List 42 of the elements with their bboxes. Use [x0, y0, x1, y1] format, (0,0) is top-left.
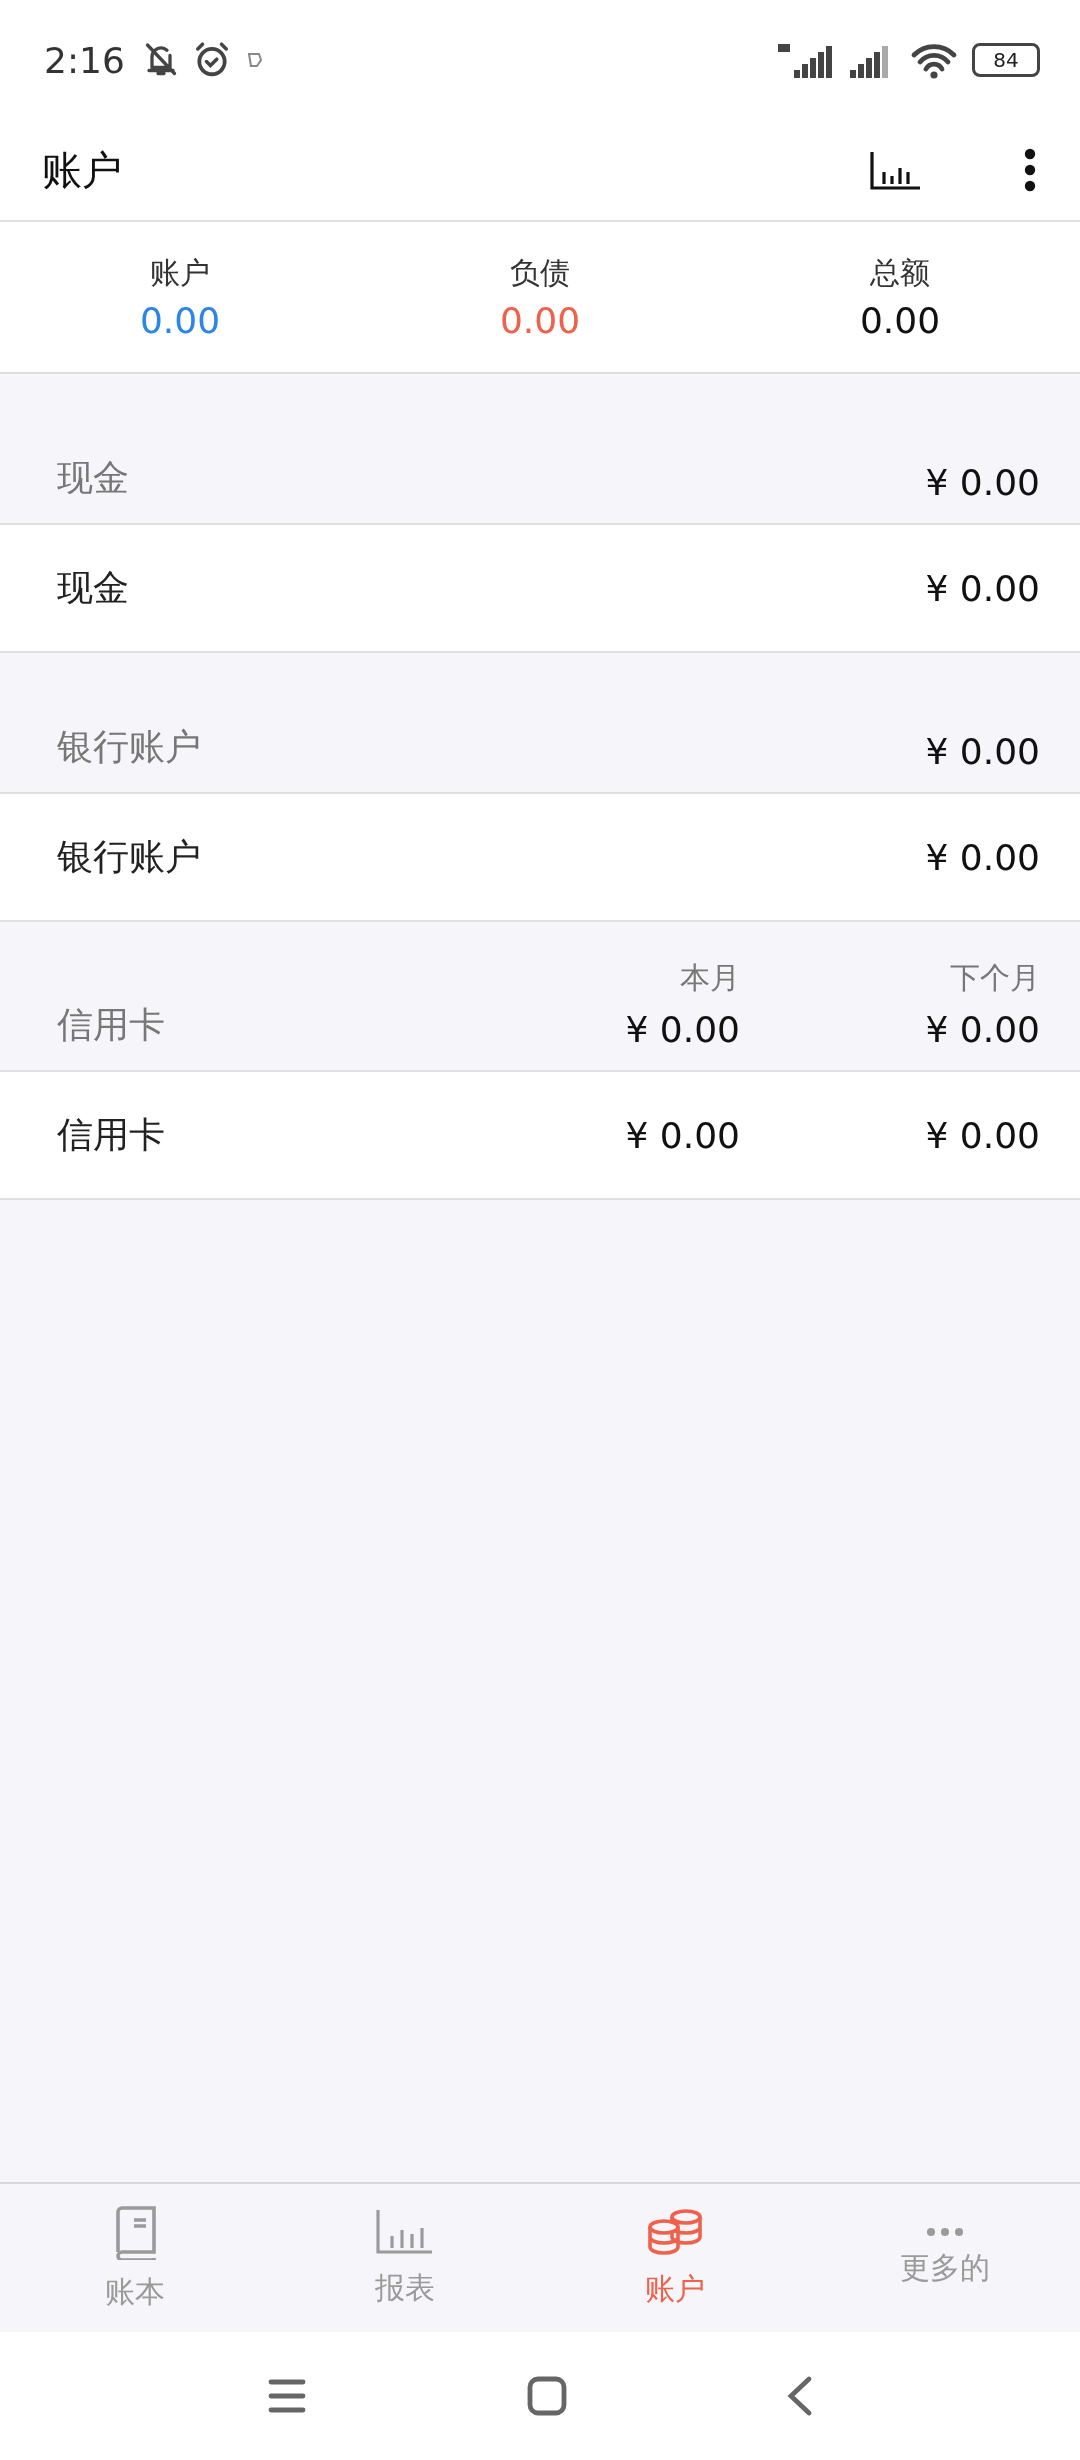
account-name: 银行账户 — [57, 834, 202, 879]
column-header: 下个月 — [950, 959, 1040, 997]
signal-icon — [778, 42, 834, 78]
summary-label: 账户 — [150, 254, 210, 292]
chart-icon[interactable] — [870, 150, 922, 190]
more-icon — [927, 2227, 963, 2236]
back-icon[interactable] — [787, 2375, 813, 2417]
battery-icon: 84 — [972, 43, 1040, 77]
status-time: 2:16 — [44, 39, 125, 81]
home-icon[interactable] — [527, 2376, 567, 2416]
more-options-icon[interactable] — [1024, 148, 1036, 192]
section-title: 信用卡 — [57, 1003, 166, 1047]
account-row[interactable]: 现金 ¥ 0.00 — [0, 525, 1080, 653]
nav-tab[interactable]: 账本 — [0, 2184, 270, 2332]
nav-tab[interactable]: 更多的 — [810, 2184, 1080, 2332]
wifi-icon — [910, 41, 958, 79]
account-balance: ¥ 0.00 — [625, 1114, 740, 1156]
account-balance: ¥ 0.00 — [925, 567, 1040, 609]
section-title: 银行账户 — [57, 725, 202, 769]
column-header: 本月 — [680, 959, 740, 997]
account-row[interactable]: 信用卡 ¥ 0.00 ¥ 0.00 — [0, 1072, 1080, 1200]
section-total: ¥ 0.00 — [625, 1009, 740, 1050]
account-name: 信用卡 — [57, 1112, 166, 1157]
account-name: 现金 — [57, 565, 130, 610]
section-total: ¥ 0.00 — [925, 462, 1040, 503]
section-total: ¥ 0.00 — [925, 1009, 1040, 1050]
summary-value: 0.00 — [859, 300, 941, 341]
summary-label: 总额 — [870, 254, 930, 292]
nav-tab[interactable]: 账户 — [540, 2184, 810, 2332]
section-total: ¥ 0.00 — [925, 731, 1040, 772]
account-balance: ¥ 0.00 — [925, 836, 1040, 878]
screen-title: 账户 — [42, 145, 122, 195]
menu-icon[interactable] — [267, 2378, 307, 2414]
account-row[interactable]: 银行账户 ¥ 0.00 — [0, 794, 1080, 922]
summary-value: 0.00 — [139, 300, 221, 341]
summary-label: 负债 — [510, 254, 570, 292]
chart-icon — [376, 2207, 434, 2256]
coins-icon — [646, 2206, 704, 2257]
account-balance: ¥ 0.00 — [925, 1114, 1040, 1156]
nav-tab[interactable]: 报表 — [270, 2184, 540, 2332]
summary-value: 0.00 — [499, 300, 581, 341]
section-title: 现金 — [57, 456, 130, 500]
